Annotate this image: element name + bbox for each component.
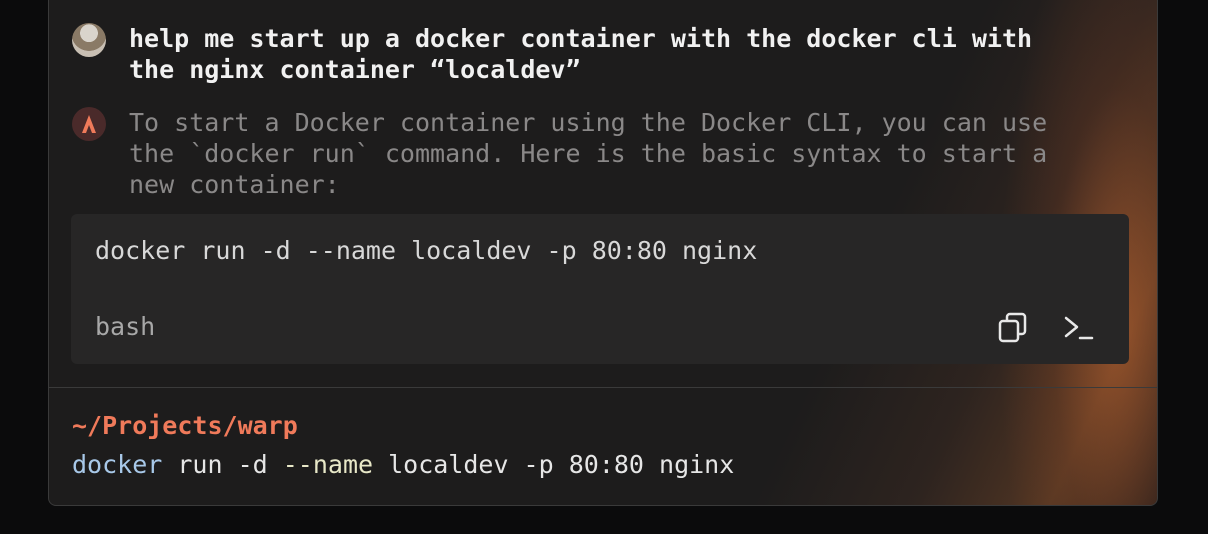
command-args: run -d: [162, 450, 283, 479]
code-snippet[interactable]: docker run -d --name localdev -p 80:80 n…: [95, 236, 757, 265]
code-block: docker run -d --name localdev -p 80:80 n…: [71, 214, 1129, 364]
ai-assistant-icon: [72, 107, 106, 141]
user-message-text: help me start up a docker container with…: [129, 24, 1033, 84]
user-message-row: help me start up a docker container with…: [72, 23, 1129, 85]
current-directory: ~/Projects/warp: [72, 411, 298, 440]
command-name: docker: [72, 450, 163, 479]
user-avatar: [72, 23, 106, 57]
command-input[interactable]: docker run -d --name localdev -p 80:80 n…: [72, 450, 734, 479]
ai-message-row: To start a Docker container using the Do…: [72, 107, 1129, 200]
copy-icon[interactable]: [995, 310, 1031, 346]
ai-message-text: To start a Docker container using the Do…: [129, 108, 1048, 199]
command-flag: --name: [282, 450, 374, 479]
command-args-rest: localdev -p 80:80 nginx: [373, 450, 735, 479]
input-divider: [49, 387, 1157, 388]
code-language-label: bash: [95, 312, 156, 341]
terminal-window: help me start up a docker container with…: [48, 0, 1158, 506]
terminal-prompt-icon[interactable]: [1061, 310, 1097, 346]
